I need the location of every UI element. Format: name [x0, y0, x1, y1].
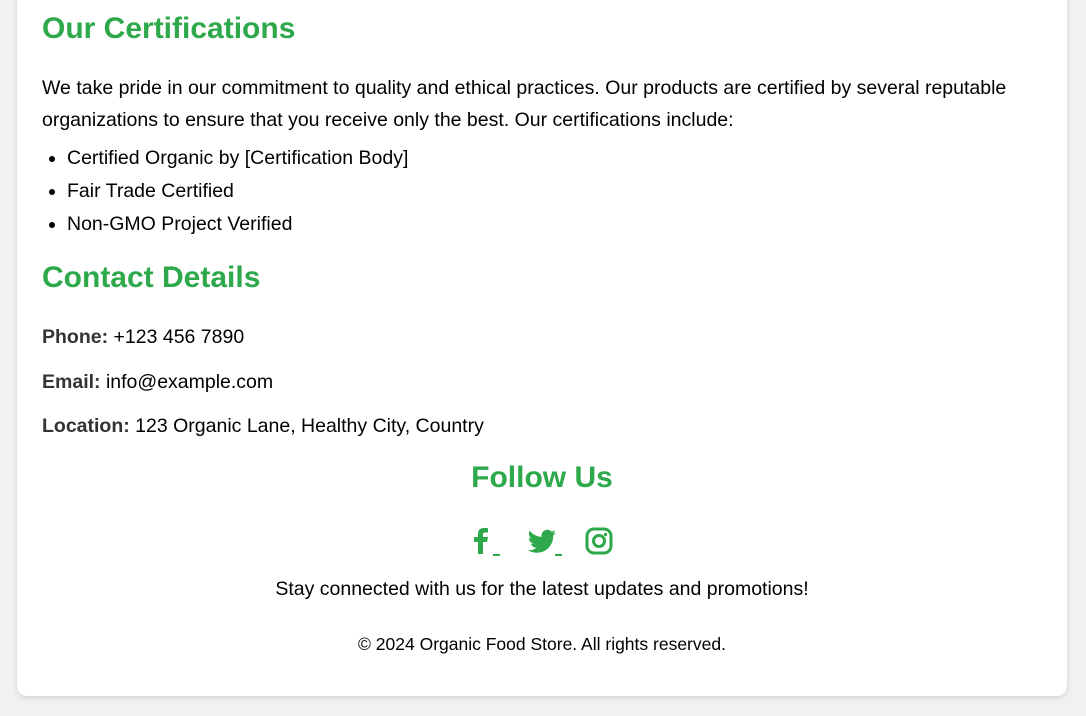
content-card: Our Certifications We take pride in our …: [17, 0, 1067, 696]
contact-heading: Contact Details: [42, 261, 261, 294]
link-underline: [555, 554, 562, 556]
certifications-list: Certified Organic by [Certification Body…: [42, 142, 408, 241]
phone-label: Phone:: [42, 326, 109, 348]
phone-value: +123 456 7890: [113, 326, 245, 348]
list-item: Certified Organic by [Certification Body…: [67, 142, 408, 175]
list-item: Fair Trade Certified: [67, 175, 408, 208]
link-underline: [493, 554, 500, 556]
location-value: 123 Organic Lane, Healthy City, Country: [135, 415, 484, 437]
contact-location: Location: 123 Organic Lane, Healthy City…: [42, 414, 484, 438]
instagram-link[interactable]: [584, 524, 614, 558]
facebook-icon: [474, 528, 488, 554]
list-item: Non-GMO Project Verified: [67, 208, 408, 241]
social-icons: [42, 524, 1042, 558]
certifications-heading: Our Certifications: [42, 12, 296, 45]
email-label: Email:: [42, 371, 101, 393]
follow-heading: Follow Us: [471, 461, 613, 494]
facebook-link[interactable]: [470, 524, 500, 558]
instagram-icon: [585, 527, 613, 555]
email-value: info@example.com: [105, 371, 274, 393]
contact-phone: Phone: +123 456 7890: [42, 325, 244, 349]
twitter-icon: [527, 529, 557, 553]
certifications-intro: We take pride in our commitment to quali…: [42, 77, 1007, 131]
contact-email: Email: info@example.com: [42, 370, 273, 394]
follow-section: Follow Us: [42, 460, 1042, 496]
location-label: Location:: [42, 415, 130, 437]
twitter-link[interactable]: [522, 524, 562, 558]
copyright-text: © 2024 Organic Food Store. All rights re…: [358, 634, 726, 654]
follow-tagline: Stay connected with us for the latest up…: [275, 578, 809, 600]
